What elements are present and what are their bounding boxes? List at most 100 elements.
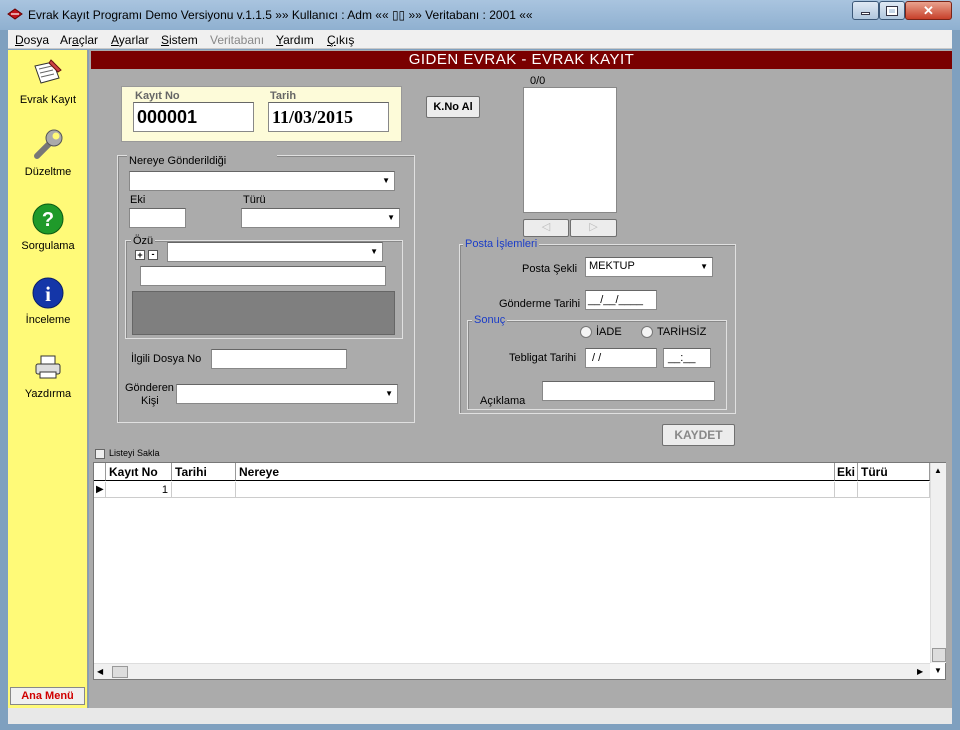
prev-image-button[interactable]: ◁ [523, 219, 569, 237]
nereye-group-title: Nereye Gönderildiği [127, 155, 277, 167]
gonderme-tarihi-label: Gönderme Tarihi [499, 298, 581, 310]
maximize-icon [886, 5, 898, 16]
sidebar-item-yazdirma[interactable]: Yazdırma [8, 350, 88, 400]
nereye-combo[interactable] [129, 171, 395, 191]
svg-text:i: i [45, 282, 51, 306]
menu-bar: Dosya Araçlar Ayarlar Sistem Veritabanı … [8, 30, 952, 49]
hscroll-thumb[interactable] [112, 666, 128, 678]
tarih-label: Tarih [270, 90, 297, 102]
tarihsiz-label: TARİHSİZ [657, 326, 707, 338]
kayit-no-field[interactable]: 000001 [133, 102, 254, 132]
sidebar-item-inceleme[interactable]: i İnceleme [8, 276, 88, 326]
scroll-thumb[interactable] [932, 648, 946, 662]
minimize-icon [861, 12, 870, 15]
iade-label: İADE [596, 326, 622, 338]
posta-group-title: Posta İşlemleri [463, 238, 540, 250]
table-cell-nereye[interactable] [236, 482, 835, 498]
eki-input[interactable] [129, 208, 186, 228]
table-cell-kayit-no[interactable]: 1 [106, 482, 172, 498]
prev-icon: ◁ [541, 221, 551, 233]
ozu-label: Özü [131, 235, 156, 247]
turu-combo[interactable] [241, 208, 400, 228]
aciklama-label: Açıklama [480, 395, 526, 407]
ozu-plus-button[interactable]: + [135, 250, 145, 260]
scroll-right-icon[interactable]: ▶ [917, 667, 923, 676]
menu-araclar[interactable]: Araçlar [60, 33, 98, 47]
document-edit-icon [34, 59, 62, 84]
scroll-up-icon[interactable]: ▲ [934, 466, 942, 475]
ana-menu-button[interactable]: Ana Menü [10, 687, 85, 705]
ilgili-dosya-label: İlgili Dosya No [131, 353, 202, 365]
eki-label: Eki [130, 194, 146, 206]
column-header-kayit-no[interactable]: Kayıt No [106, 463, 172, 481]
table-cell-eki[interactable] [835, 482, 858, 498]
scroll-left-icon[interactable]: ◀ [97, 667, 103, 676]
gonderme-tarihi-input[interactable]: __/__/____ [585, 290, 657, 310]
column-header-turu[interactable]: Türü [858, 463, 930, 481]
tarihsiz-radio[interactable] [641, 326, 653, 338]
window-title: Evrak Kayıt Programı Demo Versiyonu v.1.… [28, 8, 533, 22]
scroll-down-icon[interactable]: ▼ [934, 666, 942, 675]
app-icon [7, 8, 23, 20]
title-bar[interactable]: Evrak Kayıt Programı Demo Versiyonu v.1.… [0, 0, 960, 30]
minimize-button[interactable] [852, 1, 879, 20]
posta-sekli-label: Posta Şekli [522, 263, 578, 275]
close-button[interactable]: ✕ [905, 1, 952, 20]
kno-al-button[interactable]: K.No Al [426, 96, 480, 118]
status-bar [8, 708, 952, 724]
gonderen-label-2: Kişi [141, 395, 159, 407]
row-header-column [94, 463, 106, 481]
wrench-icon [34, 129, 63, 159]
question-icon: ? [32, 203, 64, 235]
column-header-nereye[interactable]: Nereye [236, 463, 835, 481]
column-header-eki[interactable]: Eki [835, 463, 858, 481]
printer-icon [35, 355, 61, 379]
menu-veritabani[interactable]: Veritabanı [210, 33, 264, 47]
kaydet-button[interactable]: KAYDET [662, 424, 735, 446]
info-icon: i [32, 277, 64, 309]
tebligat-saat-input[interactable]: __:__ [663, 348, 711, 368]
sidebar-item-duzeltme[interactable]: Düzeltme [8, 128, 88, 178]
menu-cikis[interactable]: Çıkış [327, 33, 354, 47]
next-image-button[interactable]: ▷ [570, 219, 617, 237]
close-icon: ✕ [923, 2, 934, 18]
tebligat-tarihi-input[interactable]: / / [585, 348, 657, 368]
gonderen-label: Gönderen [125, 382, 174, 394]
menu-dosya[interactable]: Dosya [15, 33, 49, 47]
ozu-input[interactable] [140, 266, 386, 286]
ozu-combo[interactable] [167, 242, 383, 262]
turu-label: Türü [243, 194, 266, 206]
sidebar-item-evrak-kayit[interactable]: Evrak Kayıt [8, 56, 88, 106]
iade-radio[interactable] [580, 326, 592, 338]
row-indicator-icon: ▶ [94, 482, 106, 498]
column-header-tarihi[interactable]: Tarihi [172, 463, 236, 481]
sonuc-group-title: Sonuç [472, 314, 508, 326]
records-table[interactable]: Kayıt No Tarihi Nereye Eki Türü ▶ 1 ▲ ▼ … [93, 462, 946, 680]
tebligat-tarihi-label: Tebligat Tarihi [509, 352, 577, 364]
horizontal-scrollbar[interactable]: ◀ ▶ [94, 663, 930, 679]
page-title: GIDEN EVRAK - EVRAK KAYIT [91, 51, 952, 69]
menu-ayarlar[interactable]: Ayarlar [111, 33, 149, 47]
vertical-scrollbar[interactable]: ▲ ▼ [930, 463, 946, 675]
svg-text:?: ? [42, 209, 54, 231]
kayit-no-label: Kayıt No [135, 90, 180, 102]
image-counter: 0/0 [530, 75, 546, 87]
menu-yardim[interactable]: Yardım [276, 33, 314, 47]
next-icon: ▷ [589, 221, 598, 233]
listeyi-sakla-checkbox[interactable] [95, 449, 105, 459]
menu-sistem[interactable]: Sistem [161, 33, 198, 47]
maximize-button[interactable] [879, 1, 905, 20]
table-cell-tarihi[interactable] [172, 482, 236, 498]
sidebar: Evrak Kayıt Düzeltme ? Sorgulama i İncel… [8, 50, 88, 708]
posta-sekli-combo[interactable]: MEKTUP [585, 257, 713, 277]
aciklama-input[interactable] [542, 381, 715, 401]
image-preview [523, 87, 617, 213]
ilgili-dosya-input[interactable] [211, 349, 347, 369]
tarih-field[interactable]: 11/03/2015 [268, 102, 389, 132]
table-cell-turu[interactable] [858, 482, 930, 498]
sidebar-item-sorgulama[interactable]: ? Sorgulama [8, 202, 88, 252]
listeyi-sakla-label: Listeyi Sakla [109, 448, 160, 458]
gonderen-combo[interactable] [176, 384, 398, 404]
ozu-minus-button[interactable]: - [148, 250, 158, 260]
ozu-text-area[interactable] [132, 291, 395, 335]
